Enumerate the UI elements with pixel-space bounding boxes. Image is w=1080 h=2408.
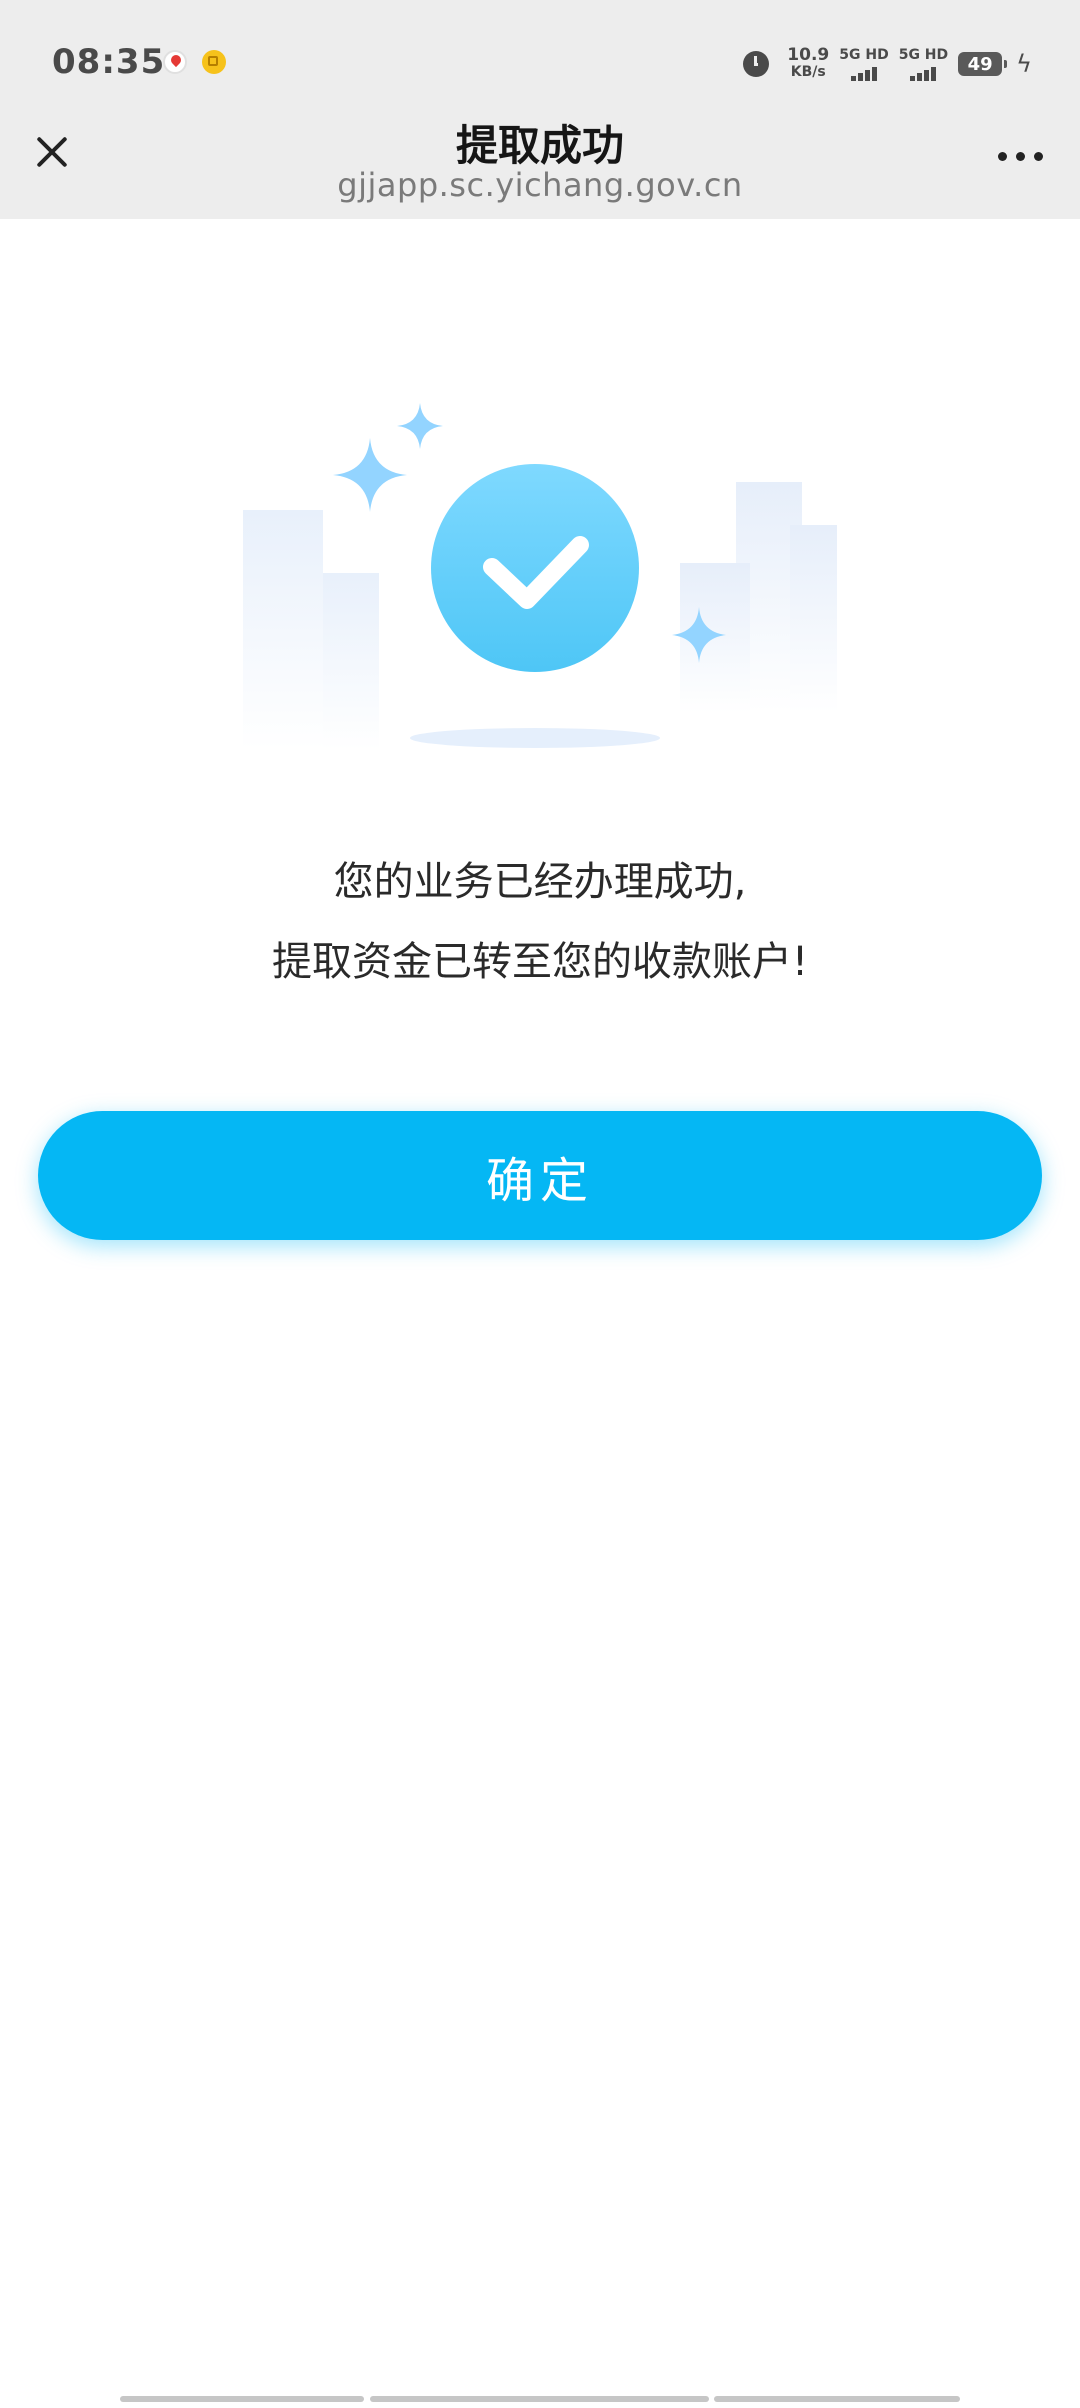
- sparkle-icon: [397, 403, 443, 449]
- sim1-label: 5G HD: [839, 47, 889, 63]
- sim1-signal: 5G HD: [839, 47, 889, 81]
- nav-segment: [120, 2396, 364, 2402]
- sim2-signal: 5G HD: [899, 47, 948, 81]
- sparkle-icon: [333, 438, 407, 512]
- status-indicators: 10.9 KB/s 5G HD 5G HD 49 ϟ: [743, 40, 1032, 88]
- success-message-line1: 您的业务已经办理成功,: [333, 859, 747, 905]
- status-time: 08:35: [52, 42, 166, 82]
- charging-bolt-icon: ϟ: [1016, 50, 1032, 78]
- nav-segment: [714, 2396, 960, 2402]
- ground-shadow: [410, 728, 660, 748]
- maps-notification-icon: [163, 50, 187, 74]
- success-illustration: [243, 403, 837, 750]
- confirm-button[interactable]: 确定: [38, 1111, 1042, 1240]
- sim2-signal-bars-icon: [910, 65, 937, 81]
- battery-icon: 49: [958, 52, 1008, 76]
- header: 08:35 10.9 KB/s 5G HD 5G HD 49 ϟ 提取成功 gj…: [0, 0, 1080, 219]
- network-speed-unit: KB/s: [790, 64, 826, 80]
- right-buildings: [680, 482, 837, 713]
- network-speed-value: 10.9: [787, 45, 830, 65]
- battery-level: 49: [967, 53, 993, 75]
- sim2-label: 5G HD: [898, 47, 949, 63]
- sim1-signal-bars-icon: [850, 65, 877, 81]
- success-message-line2: 提取资金已转至您的收款账户!: [271, 939, 809, 985]
- more-icon[interactable]: [988, 132, 1052, 180]
- left-buildings: [243, 510, 379, 750]
- alarm-icon: [743, 51, 770, 77]
- page-url: gjjapp.sc.yichang.gov.cn: [337, 166, 743, 204]
- page-title: 提取成功: [455, 121, 624, 170]
- network-speed: 10.9 KB/s: [787, 47, 829, 81]
- gesture-nav-bar: [0, 2396, 1080, 2402]
- check-circle-icon: [431, 464, 639, 672]
- nav-segment: [370, 2396, 709, 2402]
- success-message: 您的业务已经办理成功, 提取资金已转至您的收款账户!: [0, 842, 1080, 1002]
- coin-notification-icon: [202, 50, 226, 74]
